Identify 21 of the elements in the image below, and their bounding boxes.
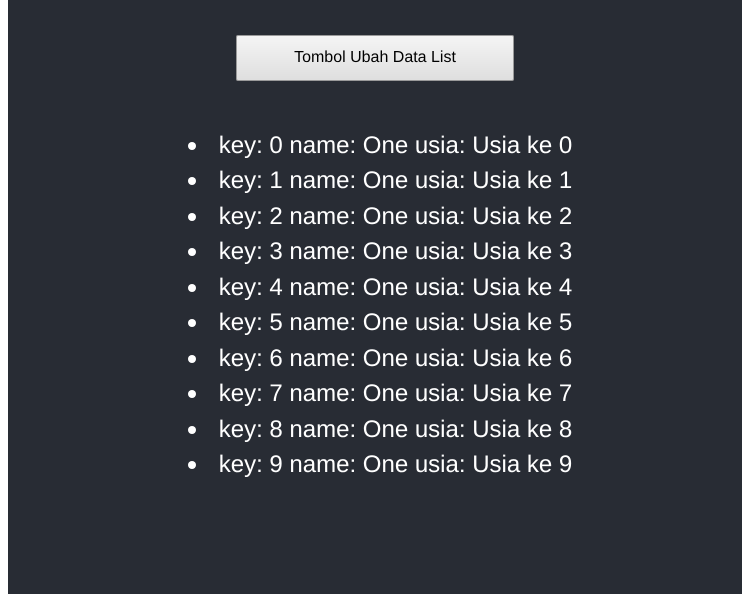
bullet-icon [188, 319, 196, 328]
list-item-text: key: 0 name: One usia: Usia ke 0 [218, 134, 572, 158]
list-item-text: key: 8 name: One usia: Usia ke 8 [218, 418, 572, 442]
bullet-icon [188, 177, 196, 186]
list-item-text: key: 1 name: One usia: Usia ke 1 [218, 169, 572, 194]
list-item-text: key: 9 name: One usia: Usia ke 9 [218, 453, 572, 478]
bullet-icon [188, 390, 196, 398]
bullet-icon [188, 354, 196, 363]
bullet-icon [188, 461, 196, 470]
list-item-text: key: 5 name: One usia: Usia ke 5 [218, 311, 572, 336]
list-item-text: key: 6 name: One usia: Usia ke 6 [218, 346, 572, 371]
list-item-text: key: 3 name: One usia: Usia ke 3 [218, 240, 572, 264]
bullet-icon [188, 248, 196, 256]
list-item-text: key: 4 name: One usia: Usia ke 4 [218, 276, 572, 300]
change-list-button[interactable]: Tombol Ubah Data List [236, 35, 514, 81]
bullet-icon [188, 284, 196, 292]
list-item-text: key: 7 name: One usia: Usia ke 7 [218, 382, 572, 406]
bullet-icon [188, 212, 196, 221]
list-item-text: key: 2 name: One usia: Usia ke 2 [218, 204, 572, 229]
bullet-icon [188, 426, 196, 434]
bullet-icon [188, 142, 196, 150]
